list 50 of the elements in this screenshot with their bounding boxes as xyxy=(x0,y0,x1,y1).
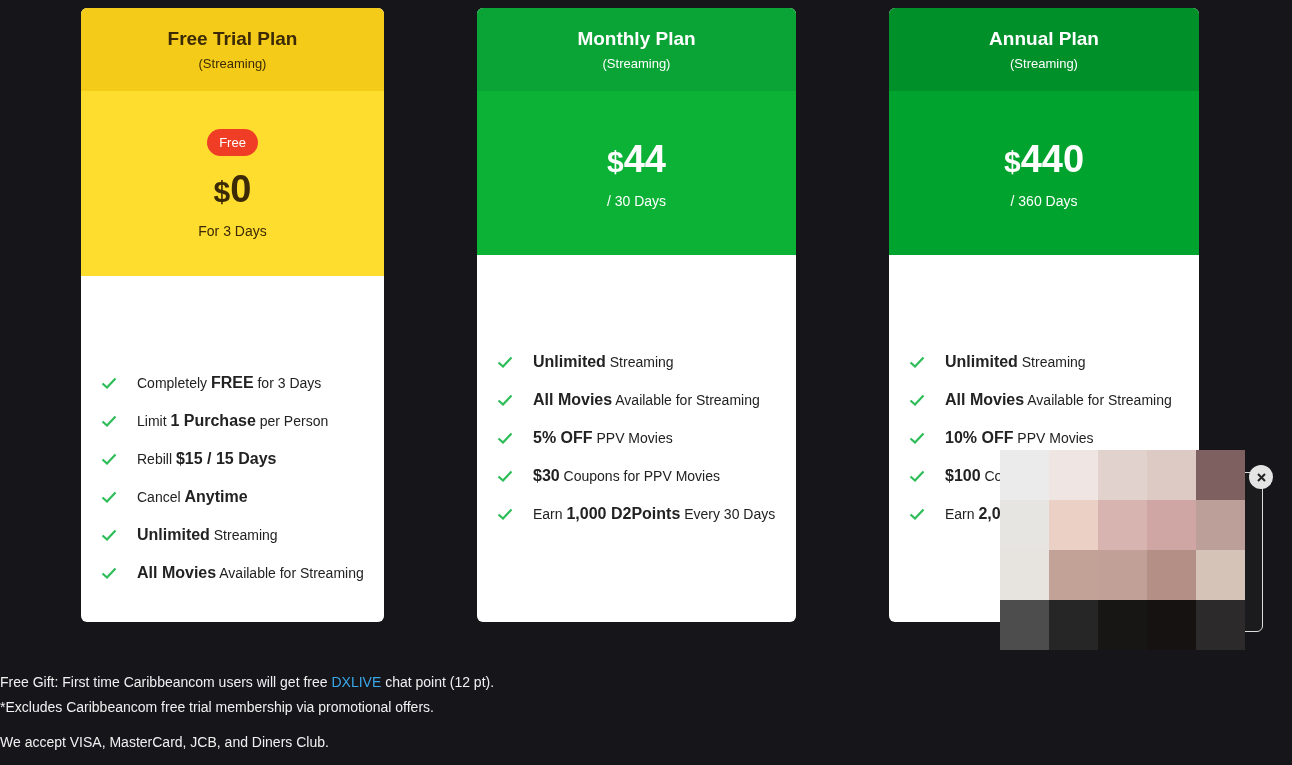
exclusion-note: *Excludes Caribbeancom free trial membership via promotional offers. xyxy=(0,699,435,716)
feature-text: Earn 2,0 xyxy=(945,505,1001,523)
check-icon xyxy=(909,394,925,406)
plan-title: Annual Plan xyxy=(989,28,1099,50)
dxlive-link[interactable]: DXLIVE xyxy=(331,674,382,690)
check-icon xyxy=(909,432,925,444)
feature-text: Unlimited Streaming xyxy=(533,353,674,371)
feature-text: Unlimited Streaming xyxy=(137,526,278,544)
check-icon xyxy=(497,508,513,520)
check-icon xyxy=(497,394,513,406)
gift-note: Free Gift: First time Caribbeancom users will get free DXLIVE chat point (12 pt). xyxy=(0,674,496,691)
feature-text: Completely FREE for 3 Days xyxy=(137,374,322,392)
check-icon xyxy=(909,470,925,482)
feature-text: $30 Coupons for PPV Movies xyxy=(533,467,720,485)
check-icon xyxy=(101,567,117,579)
plan-title: Monthly Plan xyxy=(577,28,696,50)
close-icon xyxy=(1256,472,1266,482)
check-icon xyxy=(497,470,513,482)
feature-text: 10% OFF PPV Movies xyxy=(945,429,1094,447)
plan-title: Free Trial Plan xyxy=(167,28,298,50)
feature-text: Limit 1 Purchase per Person xyxy=(137,412,329,430)
payment-note: We accept VISA, MasterCard, JCB, and Diners Club. xyxy=(0,734,330,751)
feature-text: Rebill $15 / 15 Days xyxy=(137,450,277,468)
check-icon xyxy=(101,529,117,541)
feature-text: All Movies Available for Streaming xyxy=(945,391,1172,409)
free-badge: Free xyxy=(207,128,258,156)
feature-text: Earn 1,000 D2Points Every 30 Days xyxy=(533,505,776,523)
check-icon xyxy=(909,356,925,368)
feature-text: 5% OFF PPV Movies xyxy=(533,429,673,447)
feature-text: Cancel Anytime xyxy=(137,488,248,506)
plan-subtitle: (Streaming) xyxy=(602,56,671,71)
check-icon xyxy=(909,508,925,520)
close-button[interactable] xyxy=(1249,465,1273,489)
check-icon xyxy=(101,377,117,389)
price-amount: $0 xyxy=(213,167,252,211)
price-amount: $440 xyxy=(1003,137,1085,181)
check-icon xyxy=(497,356,513,368)
price-period: For 3 Days xyxy=(198,222,267,239)
plan-subtitle: (Streaming) xyxy=(198,56,267,71)
check-icon xyxy=(101,453,117,465)
check-icon xyxy=(101,415,117,427)
feature-text: All Movies Available for Streaming xyxy=(533,391,760,409)
feature-text: All Movies Available for Streaming xyxy=(137,564,364,582)
price-period: / 30 Days xyxy=(606,192,667,209)
feature-text: Unlimited Streaming xyxy=(945,353,1086,371)
plan-subtitle: (Streaming) xyxy=(1010,56,1078,71)
price-period: / 360 Days xyxy=(1010,192,1078,209)
check-icon xyxy=(101,491,117,503)
check-icon xyxy=(497,432,513,444)
price-amount: $44 xyxy=(607,137,666,181)
